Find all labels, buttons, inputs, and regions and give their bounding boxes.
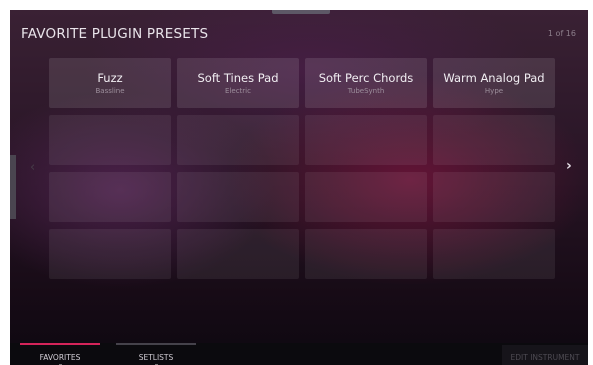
page-indicator: 1 of 16 [547, 29, 576, 38]
tab-setlists[interactable]: SETLISTS [116, 343, 196, 365]
tab-favorites[interactable]: FAVORITES [20, 343, 100, 365]
preset-pad[interactable]: Warm Analog Pad Hype [433, 58, 555, 108]
empty-preset-slot[interactable] [177, 229, 299, 279]
preset-name: Soft Tines Pad [197, 70, 279, 85]
left-drawer-handle[interactable] [10, 155, 16, 219]
tab-favorites-label: FAVORITES [39, 353, 81, 362]
preset-category: Electric [225, 86, 251, 95]
empty-preset-slot[interactable] [305, 172, 427, 222]
empty-preset-slot[interactable] [177, 115, 299, 165]
chevron-left-icon[interactable]: ‹ [30, 160, 35, 175]
empty-preset-slot[interactable] [49, 229, 171, 279]
empty-preset-slot[interactable] [49, 115, 171, 165]
preset-category: Hype [484, 86, 504, 95]
preset-name: Warm Analog Pad [443, 70, 545, 85]
chevron-right-icon[interactable]: › [566, 158, 572, 174]
empty-preset-slot[interactable] [49, 172, 171, 222]
preset-name: Soft Perc Chords [318, 70, 414, 85]
preset-pad[interactable]: Fuzz Bassline [49, 58, 171, 108]
empty-preset-slot[interactable] [433, 115, 555, 165]
empty-preset-slot[interactable] [433, 172, 555, 222]
preset-pad[interactable]: Soft Perc Chords TubeSynth [305, 58, 427, 108]
empty-preset-slot[interactable] [305, 229, 427, 279]
preset-category: Bassline [95, 86, 125, 95]
preset-pad[interactable]: Soft Tines Pad Electric [177, 58, 299, 108]
preset-category: TubeSynth [347, 86, 385, 95]
edit-instrument-button[interactable]: EDIT INSTRUMENT [502, 345, 588, 365]
preset-name: Fuzz [97, 70, 123, 85]
preset-browser-screen: FAVORITE PLUGIN PRESETS 1 of 16 ‹ › Fuzz… [10, 10, 588, 365]
tab-setlists-label: SETLISTS [138, 353, 174, 362]
empty-preset-slot[interactable] [305, 115, 427, 165]
page-title: FAVORITE PLUGIN PRESETS [21, 26, 209, 42]
empty-preset-slot[interactable] [177, 172, 299, 222]
preset-grid: Fuzz Bassline Soft Tines Pad Electric So… [49, 58, 555, 279]
empty-preset-slot[interactable] [433, 229, 555, 279]
top-drawer-handle[interactable] [272, 10, 330, 14]
